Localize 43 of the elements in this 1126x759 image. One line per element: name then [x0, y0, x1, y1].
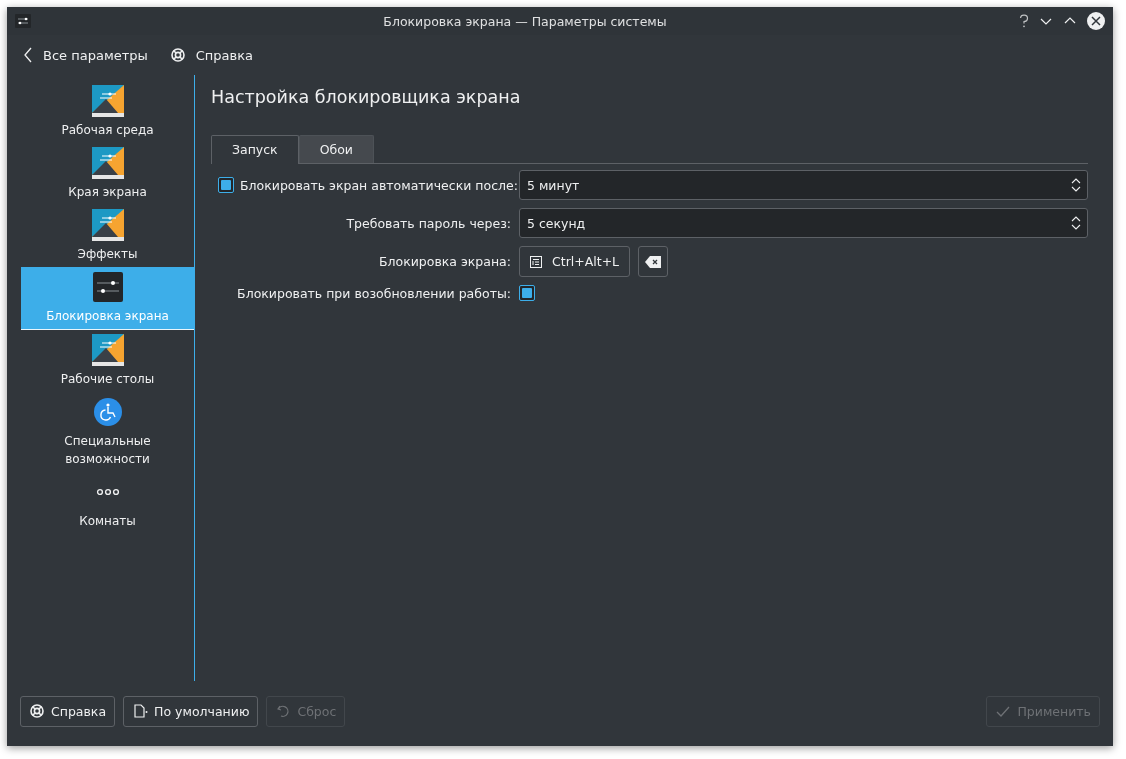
close-icon[interactable]: [1087, 12, 1105, 30]
spin-box[interactable]: 5 минут: [519, 170, 1088, 200]
up-down-arrows-icon: [1071, 177, 1081, 193]
defaults-button[interactable]: По умолчанию: [123, 695, 259, 727]
spin-box[interactable]: 5 секунд: [519, 208, 1088, 238]
help-link[interactable]: Справка: [169, 47, 254, 63]
clear-button[interactable]: [638, 246, 669, 277]
app-sliders-icon: [15, 14, 31, 28]
setting-label: Блокировать при возобновлении работы:: [237, 285, 511, 301]
lifebuoy-icon: [169, 47, 186, 63]
three-dots-icon: [95, 488, 120, 496]
desktop-theme-icon: [91, 334, 124, 366]
keyboard-shortcut-icon: [530, 255, 542, 268]
sidebar-item[interactable]: Рабочая среда: [21, 81, 194, 143]
undo-icon: [275, 703, 292, 719]
back-link[interactable]: Все параметры: [23, 47, 148, 63]
document-icon: [132, 703, 149, 719]
help-button[interactable]: Справка: [20, 695, 116, 727]
desktop-theme-icon: [91, 147, 124, 179]
up-down-arrows-icon: [1071, 215, 1081, 231]
backspace-icon: [645, 255, 662, 268]
setting-label: Блокировка экрана:: [378, 254, 511, 269]
setting-label: Требовать пароль через:: [346, 215, 511, 231]
page-title: Настройка блокировщика экрана: [211, 87, 522, 107]
desktop-theme-icon: [91, 85, 124, 117]
desktop-theme-icon: [91, 209, 124, 241]
sidebar-item[interactable]: Рабочие столы: [21, 330, 194, 392]
checkbox[interactable]: [218, 177, 234, 193]
help-icon[interactable]: [1019, 14, 1029, 28]
sidebar-item[interactable]: Эффекты: [21, 205, 194, 267]
tab[interactable]: Обои: [298, 135, 374, 163]
sidebar-item[interactable]: Края экрана: [21, 143, 194, 205]
back-chevron-icon: [23, 47, 33, 63]
shortcut-button[interactable]: Ctrl+Alt+L: [519, 246, 631, 277]
setting-label: Блокировать экран автоматически после:: [240, 177, 518, 193]
sidebar-item[interactable]: Комнаты: [21, 472, 194, 534]
checkbox[interactable]: [519, 285, 535, 301]
lifebuoy-icon: [29, 703, 45, 719]
sidebar-item[interactable]: Специальные возможности: [21, 392, 194, 472]
tab[interactable]: Запуск: [211, 135, 299, 164]
sliders-icon: [91, 271, 124, 303]
accessibility-icon: [92, 397, 123, 427]
window-title: Блокировка экрана — Параметры системы: [382, 13, 668, 29]
